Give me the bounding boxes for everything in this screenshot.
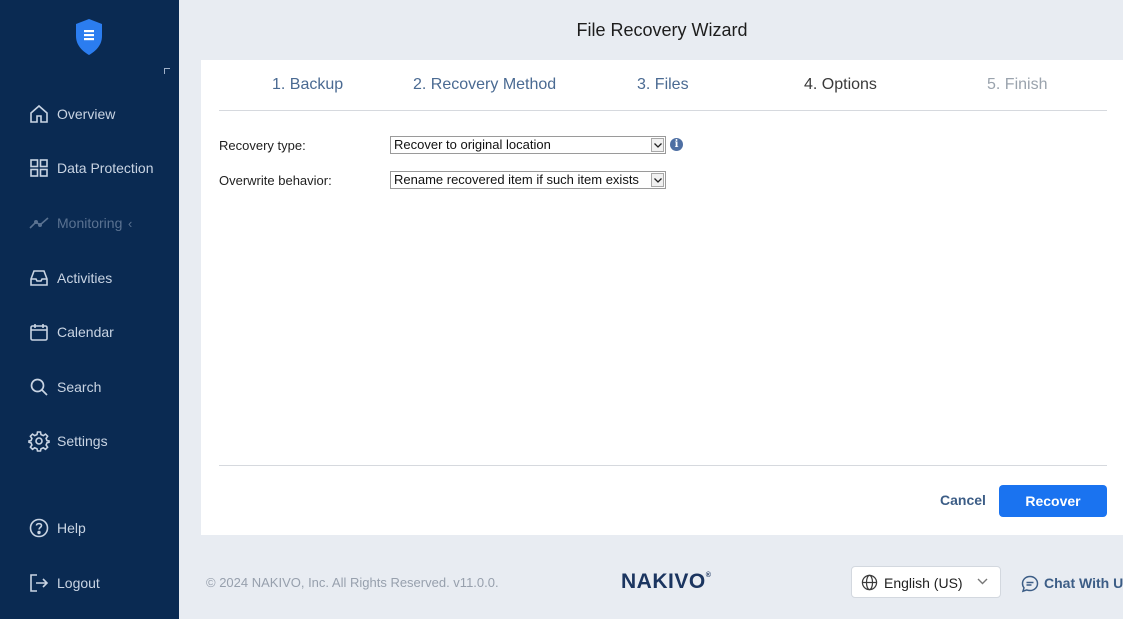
recovery-type-label: Recovery type:: [219, 138, 306, 153]
nav-label-calendar: Calendar: [57, 324, 114, 340]
inbox-icon: [28, 267, 50, 289]
nav-item-calendar[interactable]: Calendar: [0, 312, 179, 352]
home-icon: [28, 103, 50, 125]
nav-item-logout[interactable]: Logout: [0, 563, 179, 603]
nav-item-activities[interactable]: Activities: [0, 258, 179, 298]
globe-icon: [861, 574, 878, 591]
nav-item-settings[interactable]: Settings: [0, 421, 179, 461]
wizard-panel: 1. Backup 2. Recovery Method 3. Files 4.…: [201, 60, 1123, 535]
chat-bubble-icon: [1021, 575, 1039, 593]
chevron-down-icon: [977, 578, 988, 585]
brand-logo: NAKIVO®: [621, 570, 711, 594]
wizard-title: File Recovery Wizard: [576, 20, 748, 40]
step-recovery-method[interactable]: 2. Recovery Method: [413, 76, 556, 94]
nav-label-overview: Overview: [57, 106, 116, 122]
step-files[interactable]: 3. Files: [637, 76, 689, 94]
wizard-steps: 1. Backup 2. Recovery Method 3. Files 4.…: [219, 60, 1107, 111]
chevron-left-icon: ‹: [128, 215, 133, 231]
recover-button[interactable]: Recover: [999, 485, 1107, 517]
language-select[interactable]: English (US): [851, 566, 1001, 598]
chevron-down-icon: [651, 138, 664, 152]
cancel-button[interactable]: Cancel: [940, 492, 986, 508]
nav-item-overview[interactable]: Overview: [0, 94, 179, 134]
calendar-icon: [28, 321, 50, 343]
nav-label-search: Search: [57, 379, 102, 395]
nav-label-settings: Settings: [57, 433, 108, 449]
brand-registered-mark: ®: [705, 572, 712, 579]
recovery-type-select[interactable]: Recover to original location: [390, 136, 666, 154]
logout-icon: [28, 572, 50, 594]
sidebar: Overview Data Protection Monitoring ‹ Ac…: [0, 0, 179, 619]
nav-label-monitoring: Monitoring: [57, 215, 123, 231]
overwrite-behavior-label: Overwrite behavior:: [219, 173, 332, 188]
gear-icon: [28, 430, 50, 452]
brand-name: NAKIVO: [621, 570, 706, 593]
search-icon: [28, 376, 50, 398]
language-value: English (US): [884, 575, 963, 591]
chat-label: Chat With Us: [1044, 575, 1123, 591]
copyright-text: © 2024 NAKIVO, Inc. All Rights Reserved.…: [206, 575, 499, 590]
chart-line-icon: [28, 212, 50, 234]
panel-divider: [219, 465, 1107, 466]
nav-item-data-protection[interactable]: Data Protection: [0, 148, 179, 188]
info-icon[interactable]: i: [670, 138, 683, 151]
help-icon: [28, 517, 50, 539]
nav-label-data-protection: Data Protection: [57, 160, 154, 176]
nav-item-monitoring[interactable]: Monitoring ‹: [0, 203, 179, 243]
chevron-down-icon: [651, 173, 664, 187]
nav-label-logout: Logout: [57, 575, 100, 591]
shield-logo-icon[interactable]: [74, 18, 104, 56]
grid-icon: [28, 157, 50, 179]
recovery-type-value: Recover to original location: [394, 137, 551, 152]
nav-item-search[interactable]: Search: [0, 367, 179, 407]
nav-item-help[interactable]: Help: [0, 508, 179, 548]
overwrite-behavior-value: Rename recovered item if such item exist…: [394, 172, 639, 187]
step-finish: 5. Finish: [987, 76, 1048, 93]
nav-label-help: Help: [57, 520, 86, 536]
nav-label-activities: Activities: [57, 270, 113, 286]
step-options: 4. Options: [804, 76, 877, 93]
overwrite-behavior-select[interactable]: Rename recovered item if such item exist…: [390, 171, 666, 189]
collapse-sidebar-icon[interactable]: [164, 68, 170, 74]
step-backup[interactable]: 1. Backup: [272, 76, 343, 94]
